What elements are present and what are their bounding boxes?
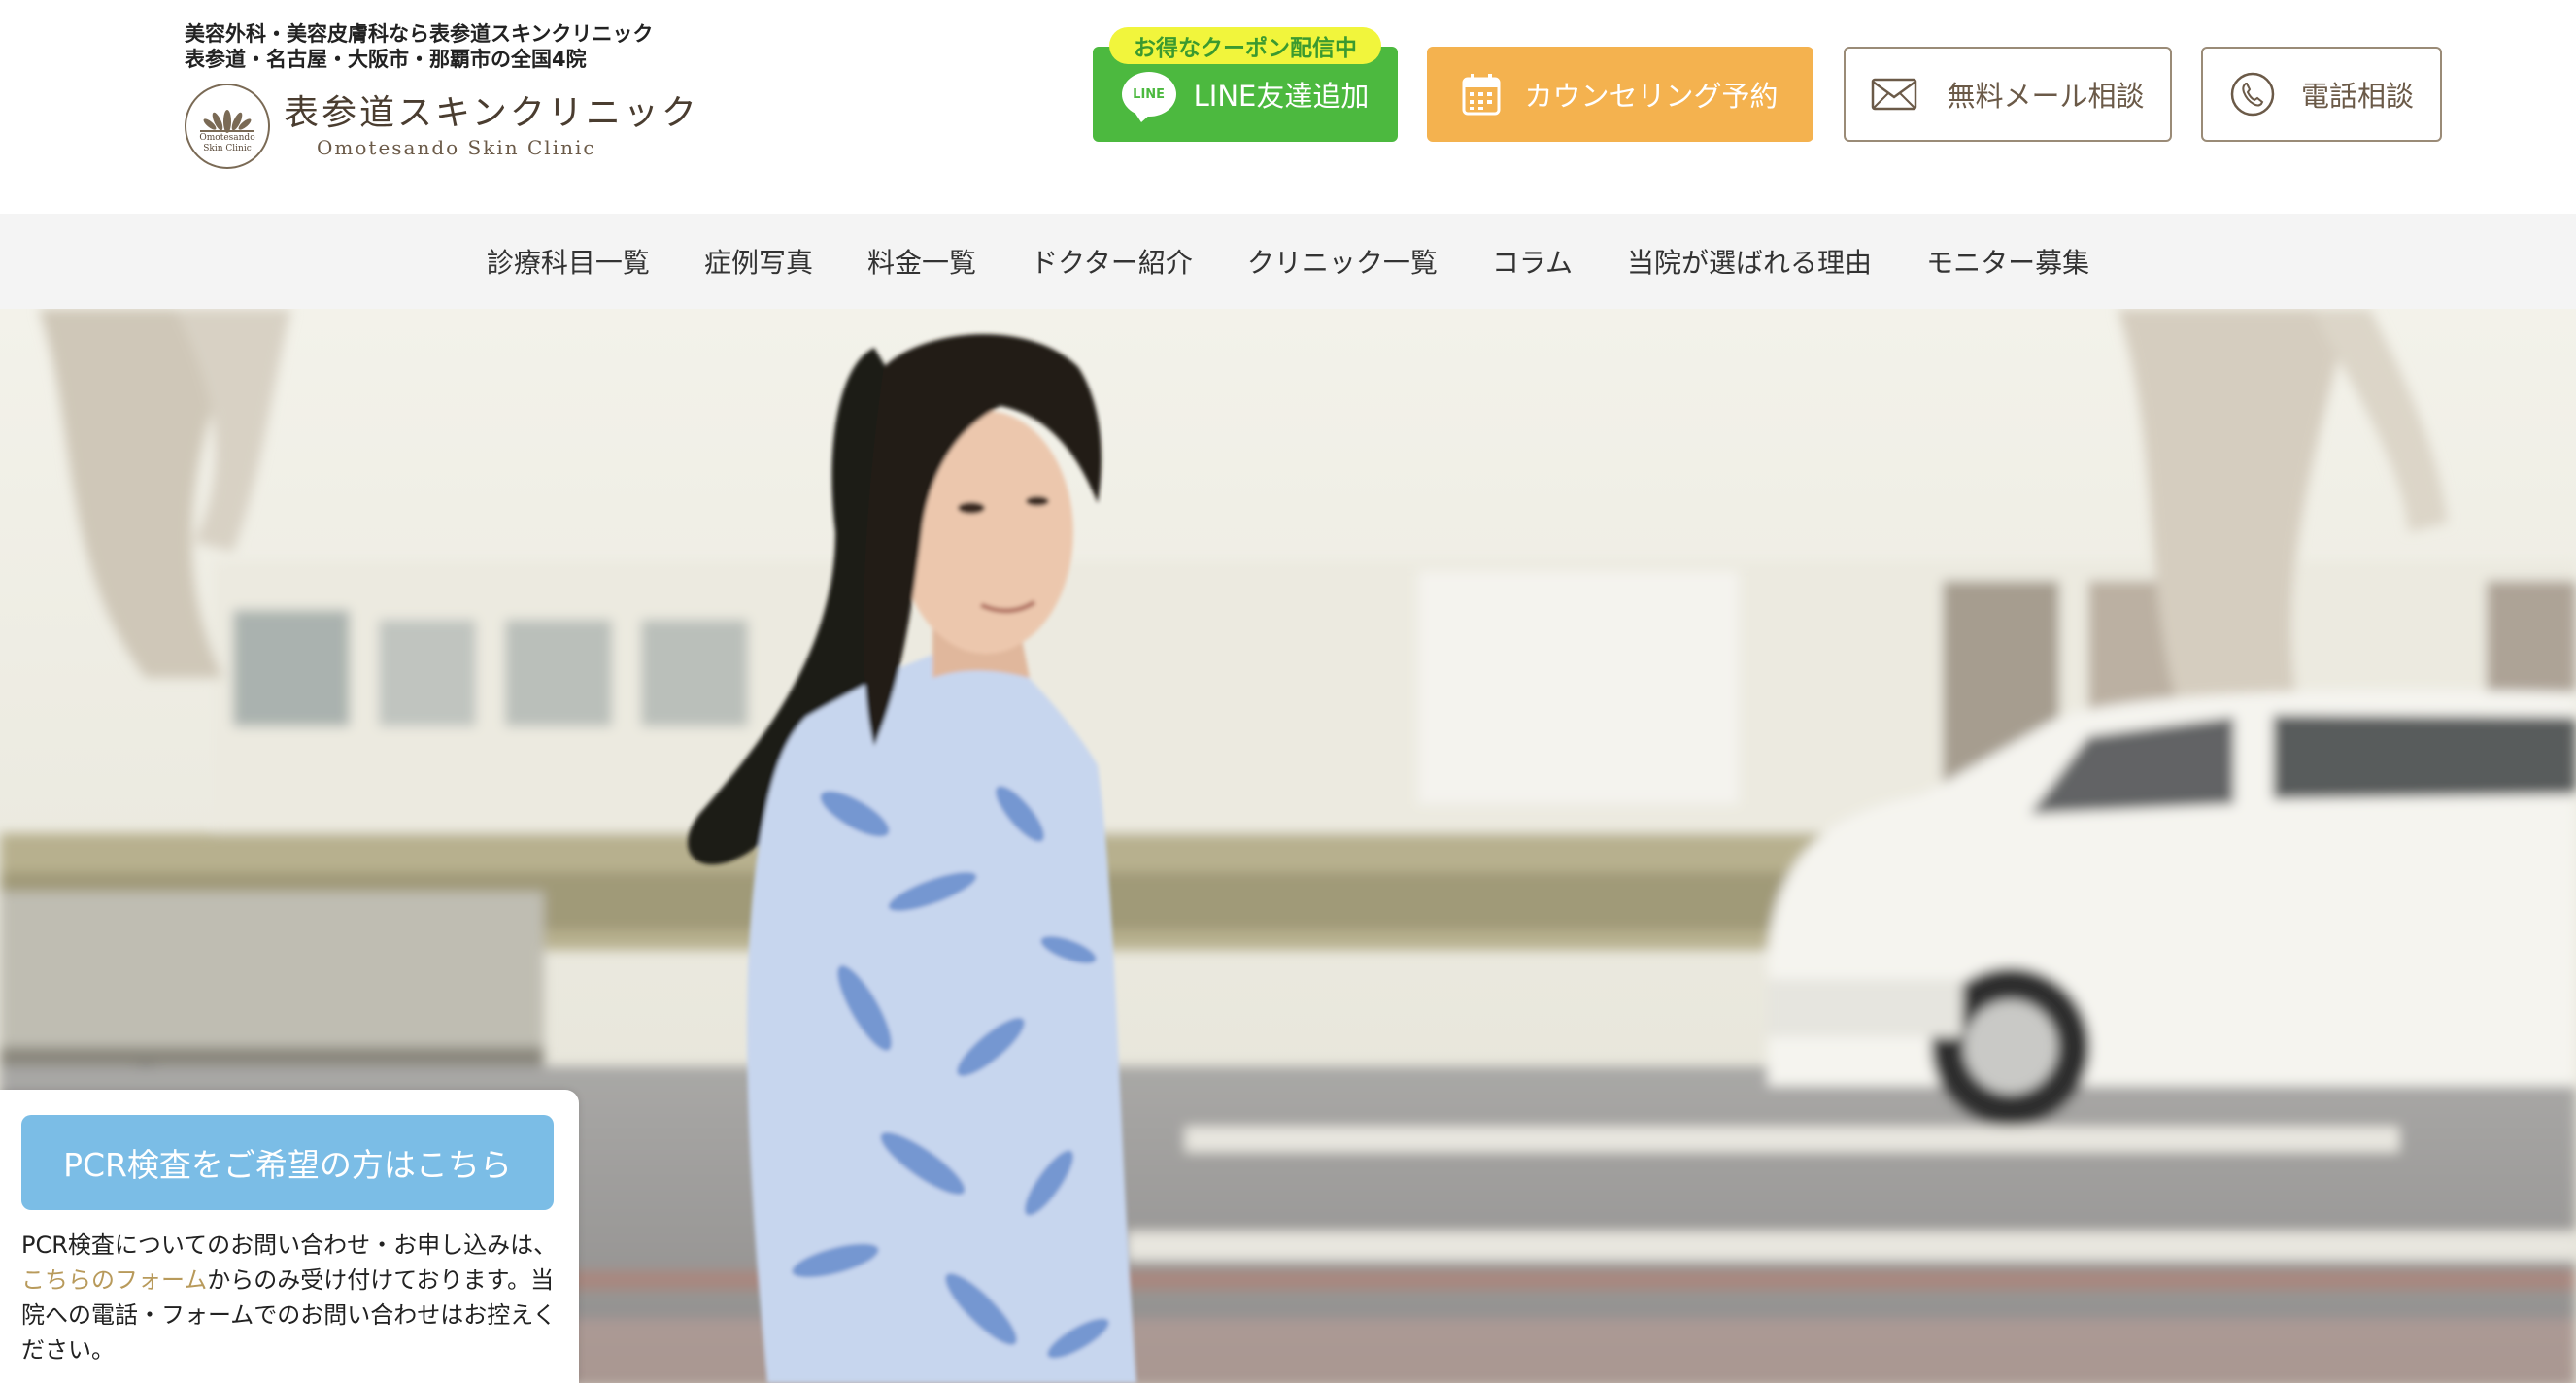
line-icon: LINE bbox=[1121, 72, 1176, 122]
phone-consult-button[interactable]: 電話相談 bbox=[2201, 47, 2442, 142]
nav-item-reasons[interactable]: 当院が選ばれる理由 bbox=[1627, 242, 1872, 281]
nav-item-case-photos[interactable]: 症例写真 bbox=[704, 242, 813, 281]
tel-button-label: 電話相談 bbox=[2300, 80, 2414, 113]
logo-english-name: Omotesando Skin Clinic bbox=[317, 136, 596, 159]
logo-japanese-name: 表参道スキンクリニック bbox=[284, 93, 699, 133]
pcr-info-panel: PCR検査をご希望の方はこちら PCR検査についてのお問い合わせ・お申し込みは、… bbox=[0, 1090, 579, 1383]
counseling-reservation-button[interactable]: カウンセリング予約 bbox=[1427, 47, 1813, 142]
pcr-test-button[interactable]: PCR検査をご希望の方はこちら bbox=[21, 1115, 554, 1210]
tagline-line-1: 美容外科・美容皮膚科なら表参道スキンクリニック bbox=[185, 22, 654, 46]
free-mail-consult-button[interactable]: 無料メール相談 bbox=[1844, 47, 2172, 142]
global-nav: 診療科目一覧 症例写真 料金一覧 ドクター紹介 クリニック一覧 コラム 当院が選… bbox=[0, 214, 2576, 309]
logo-mark-icon: Omotesando Skin Clinic bbox=[185, 84, 270, 169]
site-header: 美容外科・美容皮膚科なら表参道スキンクリニック 表参道・名古屋・大阪市・那覇市の… bbox=[0, 0, 2576, 214]
pcr-text-before: PCR検査についてのお問い合わせ・お申し込みは、 bbox=[21, 1231, 558, 1259]
nav-item-monitor[interactable]: モニター募集 bbox=[1926, 242, 2089, 281]
nav-item-doctors[interactable]: ドクター紹介 bbox=[1031, 242, 1193, 281]
coupon-badge: お得なクーポン配信中 bbox=[1109, 27, 1381, 64]
site-logo[interactable]: Omotesando Skin Clinic 表参道スキンクリニック Omote… bbox=[185, 84, 699, 169]
phone-icon bbox=[2230, 72, 2275, 117]
nav-item-treatments[interactable]: 診療科目一覧 bbox=[487, 242, 650, 281]
mail-button-label: 無料メール相談 bbox=[1947, 80, 2145, 113]
line-button-label: LINE友達追加 bbox=[1193, 80, 1370, 113]
pcr-form-link[interactable]: こちらのフォーム bbox=[21, 1266, 207, 1294]
tagline-line-2: 表参道・名古屋・大阪市・那覇市の全国4院 bbox=[185, 48, 587, 71]
logo-mark-text-1: Omotesando bbox=[199, 133, 255, 143]
mail-icon bbox=[1872, 78, 1917, 111]
nav-item-clinics[interactable]: クリニック一覧 bbox=[1247, 242, 1438, 281]
header-tagline: 美容外科・美容皮膚科なら表参道スキンクリニック 表参道・名古屋・大阪市・那覇市の… bbox=[185, 21, 653, 72]
nav-item-prices[interactable]: 料金一覧 bbox=[867, 242, 976, 281]
pcr-notice-text: PCR検査についてのお問い合わせ・お申し込みは、こちらのフォームからのみ受け付け… bbox=[21, 1228, 561, 1367]
counseling-button-label: カウンセリング予約 bbox=[1524, 80, 1779, 113]
logo-mark-text-2: Skin Clinic bbox=[203, 144, 252, 153]
calendar-icon bbox=[1462, 74, 1501, 116]
nav-item-column[interactable]: コラム bbox=[1492, 242, 1573, 281]
